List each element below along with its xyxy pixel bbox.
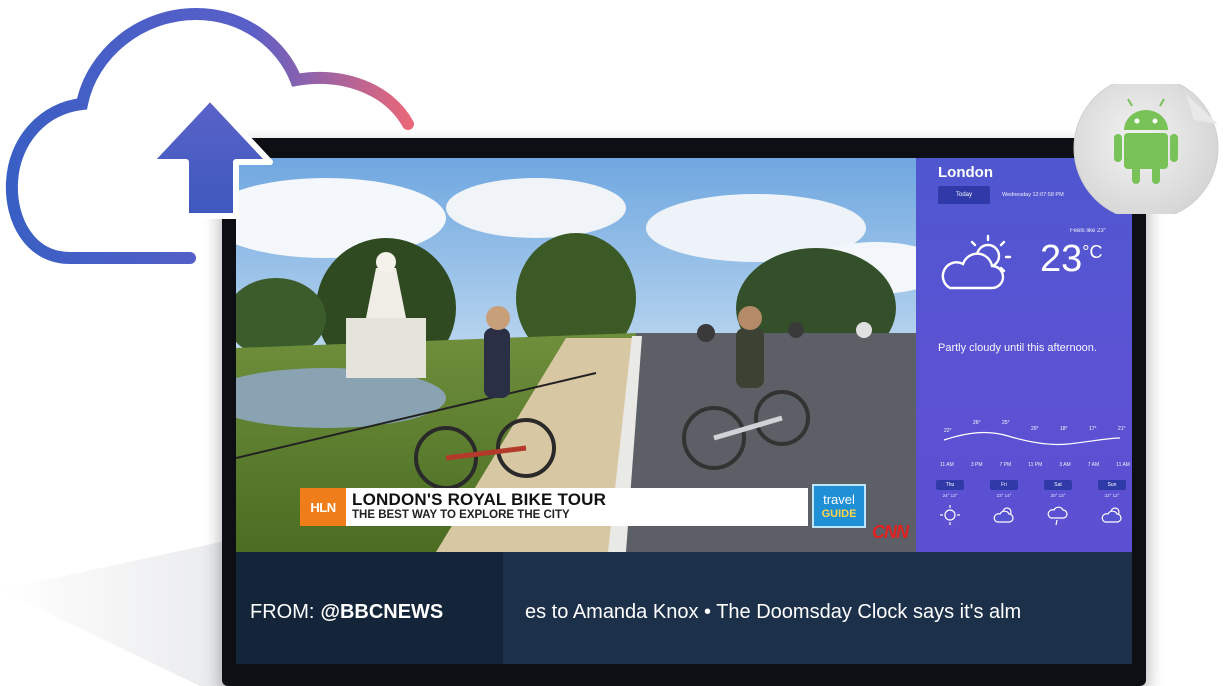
forecast-day-temps: 20° 13°	[1050, 493, 1066, 498]
hour-label: 3 PM	[970, 462, 983, 468]
partly-cloudy-icon	[990, 504, 1018, 531]
partly-cloudy-icon	[941, 234, 1012, 290]
hour-label: 7 PM	[999, 462, 1012, 468]
sun-icon	[936, 504, 964, 531]
lower-third-banner: HLN LONDON'S ROYAL BIKE TOUR THE BEST WA…	[300, 488, 808, 526]
forecast-day-label: Sat	[1044, 480, 1072, 490]
hourly-temp-label: 21°	[1118, 426, 1126, 432]
current-temperature: 23°C	[1040, 238, 1103, 280]
ticker-source-handle: @BBCNEWS	[320, 600, 444, 623]
ticker-headline: es to Amanda Knox • The Doomsday Clock s…	[525, 600, 1022, 623]
hourly-temp-label: 18°	[1060, 426, 1068, 432]
today-tab[interactable]: Today	[938, 186, 990, 204]
travel-guide-line2: GUIDE	[821, 508, 857, 520]
forecast-day-label: Fri	[990, 480, 1018, 490]
forecast-day-temps: 24° 13°	[942, 493, 958, 498]
feels-like: Feels like 23°	[1070, 228, 1107, 234]
headline: LONDON'S ROYAL BIKE TOUR	[352, 490, 607, 509]
daily-forecast: Thu 24° 13° Fri 23° 14° Sat 20° 13° Sun 22° 12°	[936, 480, 1126, 531]
weather-datetime: Wednesday 12:07:58 PM	[1002, 192, 1064, 198]
cnn-logo: CNN	[872, 522, 909, 542]
hour-label: 3 AM	[1059, 462, 1071, 468]
hour-label: 7 AM	[1087, 462, 1100, 468]
android-icon	[1073, 84, 1219, 214]
weather-widget: London Today Wednesday 12:07:58 PM Feels…	[916, 158, 1132, 552]
forecast-day[interactable]: Sat 20° 13°	[1044, 480, 1072, 531]
hourly-times: 11 AM 3 PM 7 PM 11 PM 3 AM 7 AM 11 AM	[940, 462, 1130, 468]
hour-label: 11 AM	[940, 462, 954, 468]
hourly-temp-label: 20°	[1031, 426, 1039, 432]
ticker-source: FROM: @BBCNEWS	[236, 552, 503, 664]
subheadline: THE BEST WAY TO EXPLORE THE CITY	[352, 509, 570, 521]
weather-city: London	[938, 164, 993, 181]
travel-guide-line1: travel	[823, 492, 855, 507]
hourly-temp-label: 22°	[944, 428, 952, 434]
forecast-day-temps: 22° 12°	[1104, 493, 1120, 498]
partly-cloudy-icon	[1098, 504, 1126, 531]
rain-icon	[1044, 504, 1072, 531]
forecast-day[interactable]: Fri 23° 14°	[990, 480, 1018, 531]
hour-label: 11 AM	[1116, 462, 1130, 468]
forecast-day-label: Thu	[936, 480, 964, 490]
hour-label: 11 PM	[1028, 462, 1043, 468]
hourly-temp-label: 25°	[1002, 420, 1010, 426]
news-ticker: FROM: @BBCNEWS es to Amanda Knox • The D…	[236, 552, 1132, 664]
forecast-day-label: Sun	[1098, 480, 1126, 490]
weather-summary: Partly cloudy until this afternoon.	[938, 342, 1097, 354]
ticker-source-prefix: FROM:	[250, 600, 315, 623]
forecast-day-temps: 23° 14°	[996, 493, 1012, 498]
hourly-temp-label: 17°	[1089, 426, 1097, 432]
hln-logo: HLN	[300, 488, 346, 526]
travel-guide-logo: travel GUIDE	[812, 484, 866, 528]
cloud-upload-icon	[5, 7, 414, 264]
forecast-day[interactable]: Sun 22° 12°	[1098, 480, 1126, 531]
forecast-day[interactable]: Thu 24° 13°	[936, 480, 964, 531]
hourly-temp-label: 26°	[973, 420, 981, 426]
